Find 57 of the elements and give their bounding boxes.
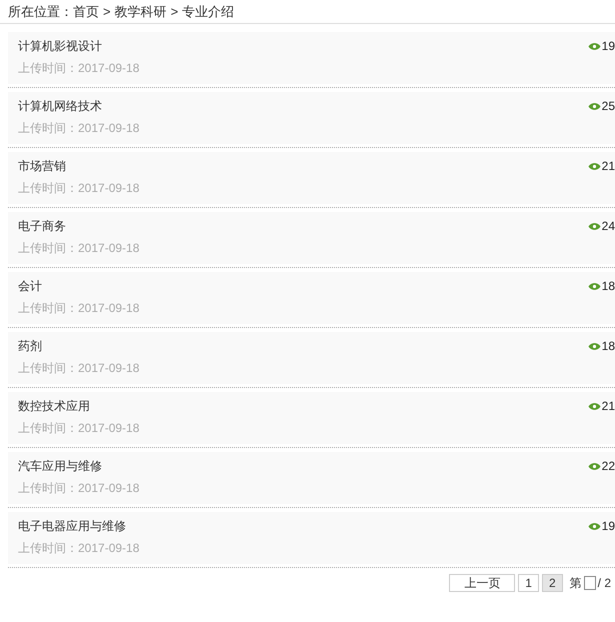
- upload-date: 上传时间：2017-09-18: [18, 361, 140, 375]
- page-button[interactable]: 2: [542, 574, 563, 592]
- article-title[interactable]: 市场营销: [18, 159, 140, 173]
- breadcrumb-link[interactable]: 专业介绍: [182, 4, 234, 20]
- article-title[interactable]: 电子电器应用与维修: [18, 519, 140, 533]
- upload-date: 上传时间：2017-09-18: [18, 481, 140, 495]
- page-total: / 2: [598, 575, 611, 592]
- view-count: 18: [602, 340, 615, 352]
- article-title[interactable]: 电子商务: [18, 219, 140, 233]
- eye-icon: [588, 102, 601, 110]
- article-card[interactable]: 计算机网络技术 上传时间：2017-09-18 25: [8, 92, 615, 144]
- breadcrumb-link[interactable]: 首页: [73, 4, 99, 20]
- eye-icon: [588, 462, 601, 470]
- view-count: 19: [602, 40, 615, 52]
- article-title[interactable]: 计算机影视设计: [18, 39, 140, 53]
- page-input[interactable]: [584, 576, 596, 590]
- upload-date: 上传时间：2017-09-18: [18, 301, 140, 315]
- article-card[interactable]: 数控技术应用 上传时间：2017-09-18 21: [8, 392, 615, 444]
- view-count: 21: [602, 160, 615, 172]
- article-title[interactable]: 会计: [18, 279, 140, 293]
- page-input-label: 第: [570, 575, 582, 592]
- prev-page-button[interactable]: 上一页: [449, 574, 516, 592]
- article-card[interactable]: 汽车应用与维修 上传时间：2017-09-18 22: [8, 452, 615, 504]
- view-count: 22: [602, 460, 615, 472]
- article-card[interactable]: 会计 上传时间：2017-09-18 18: [8, 272, 615, 324]
- upload-date: 上传时间：2017-09-18: [18, 121, 140, 135]
- view-count: 19: [602, 520, 615, 532]
- article-title[interactable]: 数控技术应用: [18, 399, 140, 413]
- upload-date: 上传时间：2017-09-18: [18, 181, 140, 195]
- view-count: 24: [602, 220, 615, 232]
- view-count: 21: [602, 400, 615, 412]
- article-title[interactable]: 药剂: [18, 339, 140, 353]
- article-card[interactable]: 电子商务 上传时间：2017-09-18 24: [8, 212, 615, 264]
- upload-date: 上传时间：2017-09-18: [18, 61, 140, 75]
- upload-date: 上传时间：2017-09-18: [18, 541, 140, 555]
- article-title[interactable]: 计算机网络技术: [18, 99, 140, 113]
- eye-icon: [588, 42, 601, 50]
- article-title[interactable]: 汽车应用与维修: [18, 459, 140, 473]
- article-card[interactable]: 电子电器应用与维修 上传时间：2017-09-18 19: [8, 512, 615, 564]
- breadcrumb-label: 所在位置：: [8, 4, 73, 20]
- view-count: 25: [602, 100, 615, 112]
- eye-icon: [588, 162, 601, 170]
- article-card[interactable]: 药剂 上传时间：2017-09-18 18: [8, 332, 615, 384]
- upload-date: 上传时间：2017-09-18: [18, 241, 140, 255]
- upload-date: 上传时间：2017-09-18: [18, 421, 140, 435]
- breadcrumb-separator: >: [103, 4, 111, 20]
- eye-icon: [588, 342, 601, 350]
- article-card[interactable]: 市场营销 上传时间：2017-09-18 21: [8, 152, 615, 204]
- page-button[interactable]: 1: [518, 574, 539, 592]
- eye-icon: [588, 402, 601, 410]
- breadcrumb-separator: >: [170, 4, 178, 20]
- view-count: 18: [602, 280, 615, 292]
- eye-icon: [588, 522, 601, 530]
- breadcrumb-link[interactable]: 教学科研: [114, 4, 167, 20]
- eye-icon: [588, 282, 601, 290]
- article-card[interactable]: 计算机影视设计 上传时间：2017-09-18 19: [8, 32, 615, 84]
- eye-icon: [588, 222, 601, 230]
